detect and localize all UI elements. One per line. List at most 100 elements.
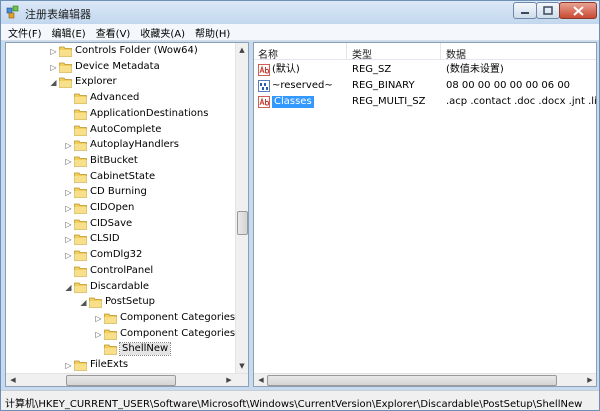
tree-vertical-scroll-thumb[interactable] [237, 211, 248, 235]
menu-view[interactable]: 查看(V) [91, 25, 136, 40]
value-horizontal-scrollbar[interactable]: ◀ ▶ [254, 373, 596, 386]
column-header-data[interactable]: 数据 [446, 46, 466, 61]
maximize-button[interactable] [536, 2, 560, 19]
column-divider[interactable] [440, 43, 441, 60]
tree-item-label: CD Burning [90, 186, 147, 198]
column-header-name[interactable]: 名称 [258, 46, 278, 61]
menu-edit[interactable]: 编辑(E) [47, 25, 91, 40]
tree-item[interactable]: ShellNew [6, 342, 234, 357]
tree-item-label: Device Metadata [75, 60, 160, 72]
tree-item[interactable]: ApplicationDestinations [6, 107, 234, 122]
tree-item[interactable]: Advanced [6, 91, 234, 106]
key-tree-pane[interactable]: ▷ Controls Folder (Wow64) ▷ Device Metadata… [5, 42, 249, 387]
tree-item-label: ShellNew [118, 342, 172, 357]
folder-icon [59, 62, 72, 73]
tree-item[interactable]: ▷ Device Metadata [6, 60, 234, 75]
binary-value-icon [258, 80, 270, 92]
collapsed-arrow-icon[interactable]: ▷ [64, 220, 73, 229]
scroll-right-icon[interactable]: ▶ [584, 374, 596, 386]
tree-item[interactable]: CabinetState [6, 170, 234, 185]
menu-help[interactable]: 帮助(H) [190, 25, 235, 40]
tree-item[interactable]: ▷ Controls Folder (Wow64) [6, 44, 234, 59]
collapsed-arrow-icon[interactable]: ▷ [64, 361, 73, 370]
title-bar[interactable]: 注册表编辑器 [1, 1, 599, 24]
expanded-arrow-icon[interactable]: ◢ [64, 283, 73, 292]
tree-item[interactable]: ▷ AutoplayHandlers [6, 138, 234, 153]
tree-item-label: PostSetup [105, 296, 156, 308]
tree-item-label: Controls Folder (Wow64) [75, 45, 198, 56]
collapsed-arrow-icon[interactable]: ▷ [64, 188, 73, 197]
status-bar: 计算机\HKEY_CURRENT_USER\Software\Microsoft… [1, 390, 599, 410]
expanded-arrow-icon[interactable]: ◢ [49, 78, 58, 87]
value-data-cell: .acp .contact .doc .docx .jnt .libra [446, 96, 597, 107]
value-row[interactable]: (默认) REG_SZ (数值未设置) [254, 62, 596, 78]
scroll-down-icon[interactable]: ▼ [236, 360, 248, 372]
folder-icon [74, 156, 87, 167]
string-value-icon [258, 64, 270, 76]
collapsed-arrow-icon[interactable]: ▷ [49, 47, 58, 56]
collapsed-arrow-icon[interactable]: ▷ [94, 330, 103, 339]
tree-item[interactable]: ▷ Component Categories [6, 311, 235, 326]
tree-horizontal-scrollbar[interactable]: ◀ ▶ [6, 373, 248, 386]
value-name-cell: Classes [272, 96, 314, 108]
folder-icon [74, 109, 87, 120]
tree-item[interactable]: ◢ Explorer [6, 75, 234, 90]
tree-item[interactable]: ▷ CIDOpen [6, 201, 234, 216]
folder-icon [74, 235, 87, 246]
value-list-pane[interactable]: 名称 类型 数据 (默认) REG_SZ (数值未设置) ~reserved~ REG_… [253, 42, 597, 387]
value-type-cell: REG_SZ [352, 64, 392, 75]
minimize-button[interactable] [513, 2, 537, 19]
column-divider[interactable] [346, 43, 347, 60]
value-row[interactable]: ~reserved~ REG_BINARY 08 00 00 00 00 00 06… [254, 78, 596, 94]
tree-item[interactable]: ◢ PostSetup [6, 295, 234, 310]
collapsed-arrow-icon[interactable]: ▷ [49, 63, 58, 72]
tree-item-label: ComDlg32 [90, 249, 143, 261]
tree-item[interactable]: ◢ Discardable [6, 280, 234, 295]
expanded-arrow-icon[interactable]: ◢ [79, 298, 88, 307]
folder-icon [74, 250, 87, 261]
tree-item[interactable]: ▷ ComDlg32 [6, 248, 234, 263]
tree-item[interactable]: ▷ BitBucket [6, 154, 234, 169]
key-tree: ▷ Controls Folder (Wow64) ▷ Device Metadata… [6, 43, 236, 373]
status-path: 计算机\HKEY_CURRENT_USER\Software\Microsoft… [5, 399, 583, 410]
tree-item[interactable]: ▷ CIDSave [6, 217, 234, 232]
scroll-left-icon[interactable]: ◀ [255, 374, 267, 386]
folder-icon [74, 266, 87, 277]
tree-item[interactable]: AutoComplete [6, 123, 234, 138]
tree-item[interactable]: ▷ CLSID [6, 232, 234, 247]
tree-item-label: CLSID [90, 233, 120, 245]
tree-item[interactable]: ▷ CD Burning [6, 185, 234, 200]
collapsed-arrow-icon[interactable]: ▷ [64, 235, 73, 244]
collapsed-arrow-icon[interactable]: ▷ [64, 157, 73, 166]
registry-editor-window: 注册表编辑器 文件(F) 编辑(E) 查看(V) 收藏夹(A) 帮助(H) ▷ C… [0, 0, 600, 411]
scroll-left-icon[interactable]: ◀ [7, 374, 19, 386]
tree-horizontal-scroll-thumb[interactable] [66, 375, 176, 386]
collapsed-arrow-icon[interactable]: ▷ [64, 204, 73, 213]
scroll-up-icon[interactable]: ▲ [236, 44, 248, 56]
menu-favorites[interactable]: 收藏夹(A) [135, 25, 190, 40]
scroll-right-icon[interactable]: ▶ [223, 374, 235, 386]
close-button[interactable] [559, 2, 597, 19]
collapsed-arrow-icon[interactable]: ▷ [94, 314, 103, 323]
folder-icon [74, 93, 87, 104]
column-header-type[interactable]: 类型 [352, 46, 372, 61]
value-horizontal-scroll-thumb[interactable] [267, 375, 557, 386]
value-row[interactable]: Classes REG_MULTI_SZ .acp .contact .doc .d… [254, 94, 597, 110]
tree-item[interactable]: ControlPanel [6, 264, 234, 279]
tree-vertical-scrollbar[interactable]: ▲ ▼ [235, 43, 248, 373]
folder-icon [74, 360, 87, 371]
tree-item-label: CIDOpen [90, 202, 135, 213]
tree-item[interactable]: ▷ FileExts [6, 358, 234, 373]
tree-item-label: ControlPanel [90, 264, 154, 276]
folder-icon [104, 344, 117, 356]
folder-icon [74, 219, 87, 230]
tree-item[interactable]: ▷ Component Categories64 [6, 327, 236, 342]
collapsed-arrow-icon[interactable]: ▷ [64, 251, 73, 260]
value-type-cell: REG_MULTI_SZ [352, 96, 426, 107]
menu-file[interactable]: 文件(F) [3, 25, 47, 40]
folder-icon [74, 187, 87, 199]
collapsed-arrow-icon[interactable]: ▷ [64, 141, 73, 150]
